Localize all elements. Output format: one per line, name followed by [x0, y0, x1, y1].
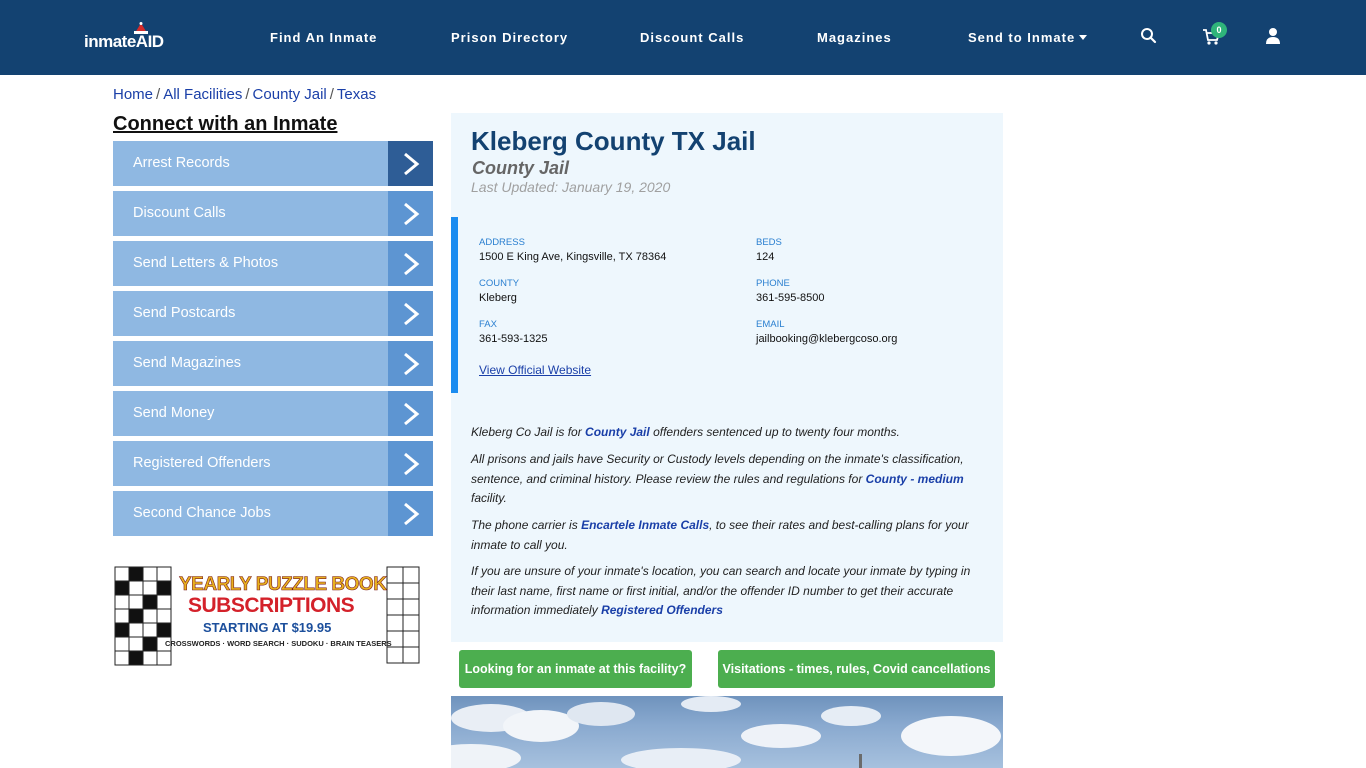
- official-website-link[interactable]: View Official Website: [479, 363, 591, 377]
- email-value: jailbooking@klebergcoso.org: [756, 333, 898, 345]
- sky-clouds-image: [451, 696, 1001, 768]
- caret-down-icon: [1079, 35, 1088, 40]
- county-jail-link[interactable]: County Jail: [585, 425, 650, 439]
- facility-info-box: ADDRESS 1500 E King Ave, Kingsville, TX …: [451, 217, 1003, 393]
- county-medium-link[interactable]: County - medium: [866, 472, 964, 486]
- chevron-right-icon: [388, 391, 433, 436]
- sudoku-grid-decoration: [386, 566, 420, 664]
- fax-value: 361-593-1325: [479, 333, 548, 345]
- ad-puzzle-types: CROSSWORDS · WORD SEARCH · SUDOKU · BRAI…: [165, 639, 392, 648]
- page-title: Kleberg County TX Jail: [471, 126, 756, 156]
- description-paragraph-3: The phone carrier is Encartele Inmate Ca…: [471, 516, 981, 555]
- top-navigation-bar: inmateAID Find An Inmate Prison Director…: [0, 0, 1366, 75]
- logo-text: inmateAID: [84, 32, 164, 51]
- breadcrumb-texas[interactable]: Texas: [337, 86, 376, 103]
- sidebar-item-discount-calls[interactable]: Discount Calls: [113, 191, 433, 236]
- address-label: ADDRESS: [479, 237, 525, 248]
- chevron-right-icon: [388, 291, 433, 336]
- sidebar-item-send-money[interactable]: Send Money: [113, 391, 433, 436]
- sidebar-item-label: Second Chance Jobs: [133, 505, 271, 521]
- sidebar-item-label: Arrest Records: [133, 155, 230, 171]
- chevron-right-icon: [388, 191, 433, 236]
- description-paragraph-2: All prisons and jails have Security or C…: [471, 450, 981, 509]
- ad-price: STARTING AT $19.95: [203, 620, 332, 635]
- encartele-inmate-calls-link[interactable]: Encartele Inmate Calls: [581, 518, 709, 532]
- nav-discount-calls[interactable]: Discount Calls: [640, 30, 744, 45]
- puzzle-book-ad-banner[interactable]: YEARLY PUZZLE BOOK SUBSCRIPTIONS STARTIN…: [113, 565, 423, 666]
- sidebar-item-send-letters-photos[interactable]: Send Letters & Photos: [113, 241, 433, 286]
- sidebar-item-send-magazines[interactable]: Send Magazines: [113, 341, 433, 386]
- breadcrumb-county-jail[interactable]: County Jail: [253, 86, 327, 103]
- site-logo[interactable]: inmateAID: [84, 22, 184, 56]
- address-value: 1500 E King Ave, Kingsville, TX 78364: [479, 251, 667, 263]
- county-value: Kleberg: [479, 292, 517, 304]
- beds-value: 124: [756, 251, 775, 263]
- desc-text: offenders sentenced up to twenty four mo…: [649, 425, 900, 439]
- last-updated: Last Updated: January 19, 2020: [471, 179, 671, 195]
- crossword-grid-decoration: [114, 566, 172, 666]
- user-icon[interactable]: [1264, 27, 1282, 45]
- sidebar-item-send-postcards[interactable]: Send Postcards: [113, 291, 433, 336]
- sidebar-item-label: Registered Offenders: [133, 455, 271, 471]
- chevron-right-icon: [388, 441, 433, 486]
- ad-headline-1: YEARLY PUZZLE BOOK: [179, 574, 388, 596]
- nav-send-to-inmate[interactable]: Send to Inmate: [968, 30, 1088, 45]
- registered-offenders-link[interactable]: Registered Offenders: [601, 603, 723, 617]
- ad-headline-2: SUBSCRIPTIONS: [188, 594, 355, 617]
- email-label: EMAIL: [756, 319, 785, 330]
- find-inmate-at-facility-button[interactable]: Looking for an inmate at this facility?: [459, 650, 692, 688]
- phone-label: PHONE: [756, 278, 790, 289]
- fax-label: FAX: [479, 319, 497, 330]
- nav-send-to-inmate-label: Send to Inmate: [968, 30, 1076, 45]
- chevron-right-icon: [388, 241, 433, 286]
- county-label: COUNTY: [479, 278, 520, 289]
- desc-text: Kleberg Co Jail is for: [471, 425, 586, 439]
- breadcrumb: Home / All Facilities / County Jail / Texas: [113, 86, 377, 103]
- facility-photo: [451, 696, 1003, 768]
- sidebar-item-label: Send Letters & Photos: [133, 255, 279, 271]
- sidebar-item-label: Send Magazines: [133, 355, 242, 371]
- breadcrumb-all-facilities[interactable]: All Facilities: [163, 86, 242, 103]
- chevron-right-icon: [388, 141, 433, 186]
- santa-hat-icon: [134, 22, 148, 34]
- sidebar-title: Connect with an Inmate: [113, 113, 338, 135]
- cart-count-badge: 0: [1211, 22, 1227, 38]
- chevron-right-icon: [388, 491, 433, 536]
- facility-type: County Jail: [472, 158, 570, 178]
- nav-prison-directory[interactable]: Prison Directory: [451, 30, 568, 45]
- description-paragraph-4: If you are unsure of your inmate's locat…: [471, 562, 981, 621]
- beds-label: BEDS: [756, 237, 782, 248]
- sidebar-item-label: Discount Calls: [133, 205, 226, 221]
- sidebar-item-second-chance-jobs[interactable]: Second Chance Jobs: [113, 491, 433, 536]
- desc-text: facility.: [471, 491, 507, 505]
- description-paragraph-1: Kleberg Co Jail is for County Jail offen…: [471, 423, 981, 443]
- sidebar-item-label: Send Money: [133, 405, 215, 421]
- sidebar-item-arrest-records[interactable]: Arrest Records: [113, 141, 433, 186]
- search-icon[interactable]: [1140, 27, 1158, 45]
- info-accent-bar: [451, 217, 458, 393]
- breadcrumb-home[interactable]: Home: [113, 86, 153, 103]
- nav-magazines[interactable]: Magazines: [817, 30, 892, 45]
- sidebar-item-registered-offenders[interactable]: Registered Offenders: [113, 441, 433, 486]
- phone-value: 361-595-8500: [756, 292, 825, 304]
- visitations-button[interactable]: Visitations - times, rules, Covid cancel…: [718, 650, 995, 688]
- nav-find-an-inmate[interactable]: Find An Inmate: [270, 30, 377, 45]
- desc-text: The phone carrier is: [471, 518, 582, 532]
- sidebar-item-label: Send Postcards: [133, 305, 236, 321]
- chevron-right-icon: [388, 341, 433, 386]
